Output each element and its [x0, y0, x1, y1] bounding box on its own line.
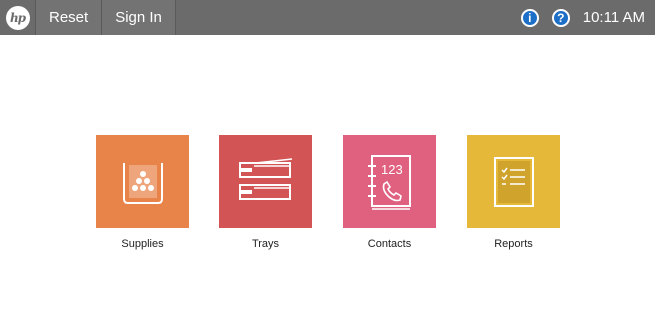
trays-label: Trays: [251, 238, 280, 250]
top-bar: hp Reset Sign In i ? 10:11 AM: [0, 0, 655, 35]
sign-in-label: Sign In: [115, 9, 162, 26]
sign-in-button[interactable]: Sign In: [102, 0, 176, 35]
hp-logo-icon: hp: [5, 5, 30, 30]
reports-tile[interactable]: [467, 135, 560, 228]
contacts-tile[interactable]: 123: [343, 135, 436, 228]
reset-button[interactable]: Reset: [36, 0, 103, 35]
reset-label: Reset: [49, 9, 89, 26]
info-glyph: i: [528, 10, 532, 25]
trays-tile[interactable]: [219, 135, 312, 228]
clock: 10:11 AM: [582, 9, 645, 26]
reports-label: Reports: [494, 238, 533, 250]
help-glyph: ?: [557, 10, 565, 25]
contacts-label: Contacts: [367, 238, 412, 250]
contacts-icon-text: 123: [381, 162, 403, 177]
help-icon[interactable]: ?: [551, 8, 570, 27]
home-button[interactable]: hp: [0, 0, 36, 35]
toner-cartridge-icon: [122, 162, 163, 204]
supplies-label: Supplies: [121, 238, 164, 250]
logo-text: hp: [9, 10, 26, 25]
status-area: i ? 10:11 AM: [520, 0, 655, 35]
report-checklist-icon: [493, 156, 534, 207]
supplies-tile[interactable]: [96, 135, 189, 228]
paper-trays-icon: [238, 157, 292, 200]
info-icon[interactable]: i: [520, 8, 539, 27]
address-book-icon: 123: [367, 154, 411, 210]
